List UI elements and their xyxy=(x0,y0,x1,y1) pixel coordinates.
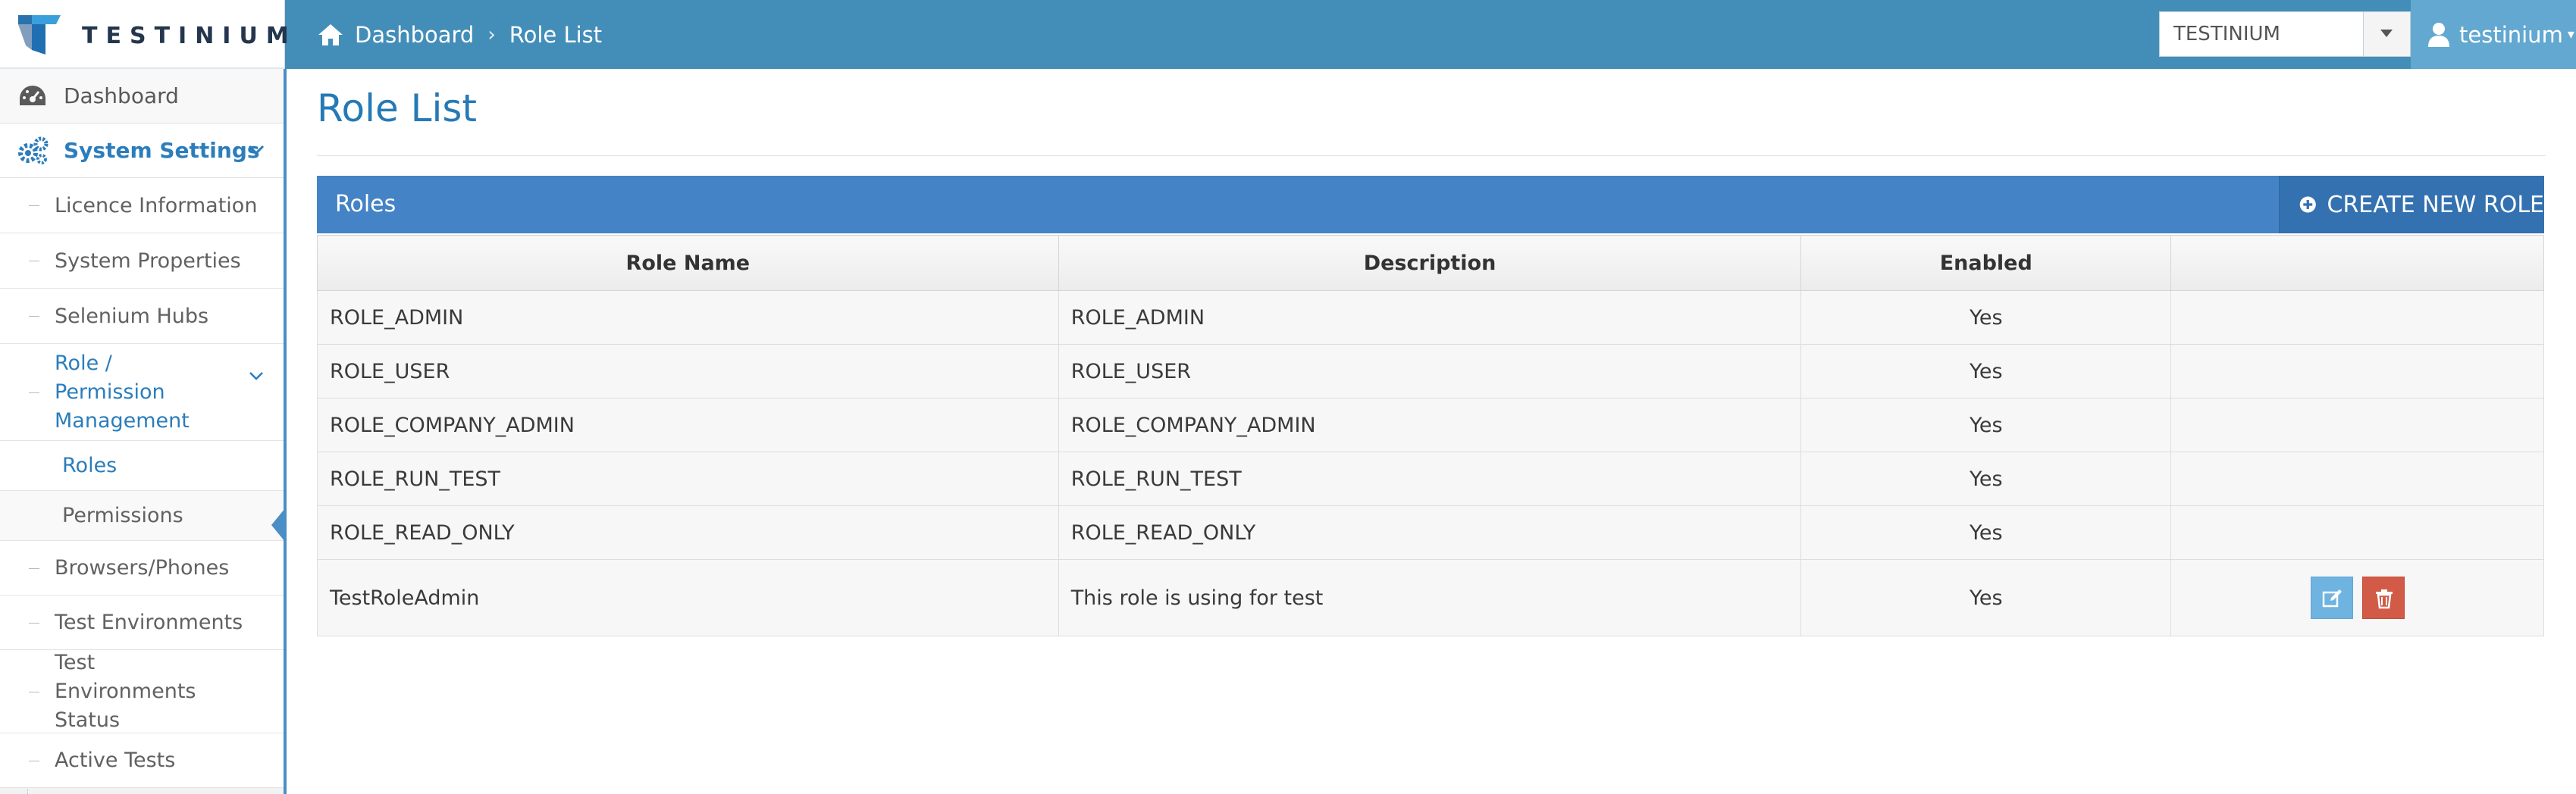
table-row[interactable]: TestRoleAdmin This role is using for tes… xyxy=(317,559,2544,636)
top-navbar: TESTINIUM Dashboard › Role List TESTINIU… xyxy=(0,0,2576,69)
table-row[interactable]: ROLE_USER ROLE_USER Yes xyxy=(317,344,2544,399)
actions-cell xyxy=(2170,559,2544,636)
sidebar-item-label: Test Environments xyxy=(55,611,243,634)
sidebar-item-label: Roles xyxy=(62,454,118,477)
user-menu[interactable]: testinium ▾ xyxy=(2411,0,2576,69)
testinium-logo xyxy=(18,15,61,55)
delete-role-button[interactable] xyxy=(2361,577,2405,619)
sidebar-item-label: Test Environments Status xyxy=(55,650,196,732)
dashboard-icon xyxy=(20,85,45,105)
gears-icon xyxy=(18,136,49,164)
active-item-indicator xyxy=(271,508,285,542)
role-name-cell: ROLE_RUN_TEST xyxy=(317,452,1059,506)
enabled-cell: Yes xyxy=(1800,344,2172,399)
create-new-role-label: CREATE NEW ROLE xyxy=(2327,191,2544,218)
sidebar-item-label: Selenium Hubs xyxy=(55,304,209,328)
sidebar-item-system-properties[interactable]: System Properties xyxy=(0,233,284,289)
sidebar-item-permissions[interactable]: Permissions xyxy=(0,491,284,541)
user-icon xyxy=(2428,22,2449,47)
role-name-cell: ROLE_COMPANY_ADMIN xyxy=(317,398,1059,452)
brand-name: TESTINIUM xyxy=(82,23,297,49)
sidebar-item-label: Role / Permission Management xyxy=(55,351,190,433)
sidebar-item-active-tests[interactable]: Active Tests xyxy=(0,733,284,788)
sidebar-item-label: Permissions xyxy=(62,504,183,527)
edit-role-button[interactable] xyxy=(2310,577,2353,619)
enabled-cell: Yes xyxy=(1800,505,2172,560)
roles-panel-header: Roles CREATE NEW ROLE xyxy=(317,176,2544,233)
title-divider xyxy=(317,155,2546,156)
sidebar-item-dashboard[interactable]: Dashboard xyxy=(0,69,284,123)
tree-connector xyxy=(29,392,39,393)
actions-cell xyxy=(2170,452,2544,506)
table-row[interactable]: ROLE_ADMIN ROLE_ADMIN Yes xyxy=(317,290,2544,345)
plus-circle-icon xyxy=(2299,196,2316,213)
breadcrumb-dashboard-link[interactable]: Dashboard xyxy=(355,22,474,48)
description-cell: ROLE_ADMIN xyxy=(1058,290,1802,345)
table-row[interactable]: ROLE_RUN_TEST ROLE_RUN_TEST Yes xyxy=(317,452,2544,506)
column-header-enabled[interactable]: Enabled xyxy=(1800,235,2172,291)
enabled-cell: Yes xyxy=(1800,290,2172,345)
description-cell: ROLE_USER xyxy=(1058,344,1802,399)
create-new-role-button[interactable]: CREATE NEW ROLE xyxy=(2279,176,2544,233)
breadcrumb-separator-icon: › xyxy=(487,23,496,46)
brand[interactable]: TESTINIUM xyxy=(0,0,289,69)
edit-icon xyxy=(2322,589,2342,608)
column-header-description[interactable]: Description xyxy=(1058,235,1802,291)
home-icon xyxy=(318,23,343,45)
user-name: testinium xyxy=(2459,21,2563,48)
column-header-actions xyxy=(2170,235,2544,291)
project-select[interactable]: TESTINIUM xyxy=(2159,11,2411,57)
sidebar-item-licence-information[interactable]: Licence Information xyxy=(0,178,284,233)
enabled-cell: Yes xyxy=(1800,398,2172,452)
breadcrumb: Dashboard › Role List xyxy=(317,0,602,69)
panel-title: Roles xyxy=(335,191,396,217)
tree-connector xyxy=(29,316,39,317)
sidebar-item-system-settings[interactable]: System Settings xyxy=(0,123,284,178)
sidebar-item-test-environments[interactable]: Test Environments xyxy=(0,596,284,650)
chevron-down-icon xyxy=(249,372,263,380)
sidebar-item-label: System Settings xyxy=(64,138,260,163)
table-row[interactable]: ROLE_COMPANY_ADMIN ROLE_COMPANY_ADMIN Ye… xyxy=(317,398,2544,452)
enabled-cell: Yes xyxy=(1800,559,2172,636)
column-header-role-name[interactable]: Role Name xyxy=(317,235,1059,291)
role-name-cell: ROLE_READ_ONLY xyxy=(317,505,1059,560)
tree-connector xyxy=(29,205,39,206)
sidebar-item-roles[interactable]: Roles xyxy=(0,441,284,491)
caret-down-icon: ▾ xyxy=(2567,27,2574,42)
enabled-cell: Yes xyxy=(1800,452,2172,506)
project-select-value: TESTINIUM xyxy=(2173,23,2280,45)
role-name-cell: ROLE_USER xyxy=(317,344,1059,399)
trash-icon xyxy=(2375,589,2393,609)
role-name-cell: TestRoleAdmin xyxy=(317,559,1059,636)
sidebar-item-browsers-phones[interactable]: Browsers/Phones xyxy=(0,541,284,596)
table-header-row: Role Name Description Enabled xyxy=(317,235,2544,291)
description-cell: This role is using for test xyxy=(1058,559,1802,636)
description-cell: ROLE_READ_ONLY xyxy=(1058,505,1802,560)
project-select-toggle[interactable] xyxy=(2363,12,2410,56)
page-title: Role List xyxy=(317,86,478,130)
actions-cell xyxy=(2170,505,2544,560)
description-cell: ROLE_COMPANY_ADMIN xyxy=(1058,398,1802,452)
tree-connector xyxy=(29,622,39,624)
role-name-cell: ROLE_ADMIN xyxy=(317,290,1059,345)
actions-cell xyxy=(2170,398,2544,452)
sidebar: Dashboard System Settings Licence Inform… xyxy=(0,69,287,794)
sidebar-item-test-environments-status[interactable]: Test Environments Status xyxy=(0,650,284,733)
actions-cell xyxy=(2170,344,2544,399)
table-row[interactable]: ROLE_READ_ONLY ROLE_READ_ONLY Yes xyxy=(317,505,2544,560)
tree-connector xyxy=(29,567,39,569)
actions-cell xyxy=(2170,290,2544,345)
chevron-down-icon xyxy=(248,145,265,155)
sidebar-item-label: System Properties xyxy=(55,249,241,273)
caret-down-icon xyxy=(2380,30,2393,37)
sidebar-item-label: Active Tests xyxy=(55,749,176,772)
sidebar-item-role-permission-management[interactable]: Role / Permission Management xyxy=(0,344,284,441)
breadcrumb-current: Role List xyxy=(509,21,603,48)
sidebar-item-label: Licence Information xyxy=(55,193,258,217)
sidebar-item-label: Dashboard xyxy=(64,83,179,108)
roles-table: Role Name Description Enabled ROLE_ADMIN… xyxy=(317,235,2544,636)
sidebar-item-label: Browsers/Phones xyxy=(55,556,230,580)
sidebar-item-selenium-hubs[interactable]: Selenium Hubs xyxy=(0,289,284,344)
description-cell: ROLE_RUN_TEST xyxy=(1058,452,1802,506)
